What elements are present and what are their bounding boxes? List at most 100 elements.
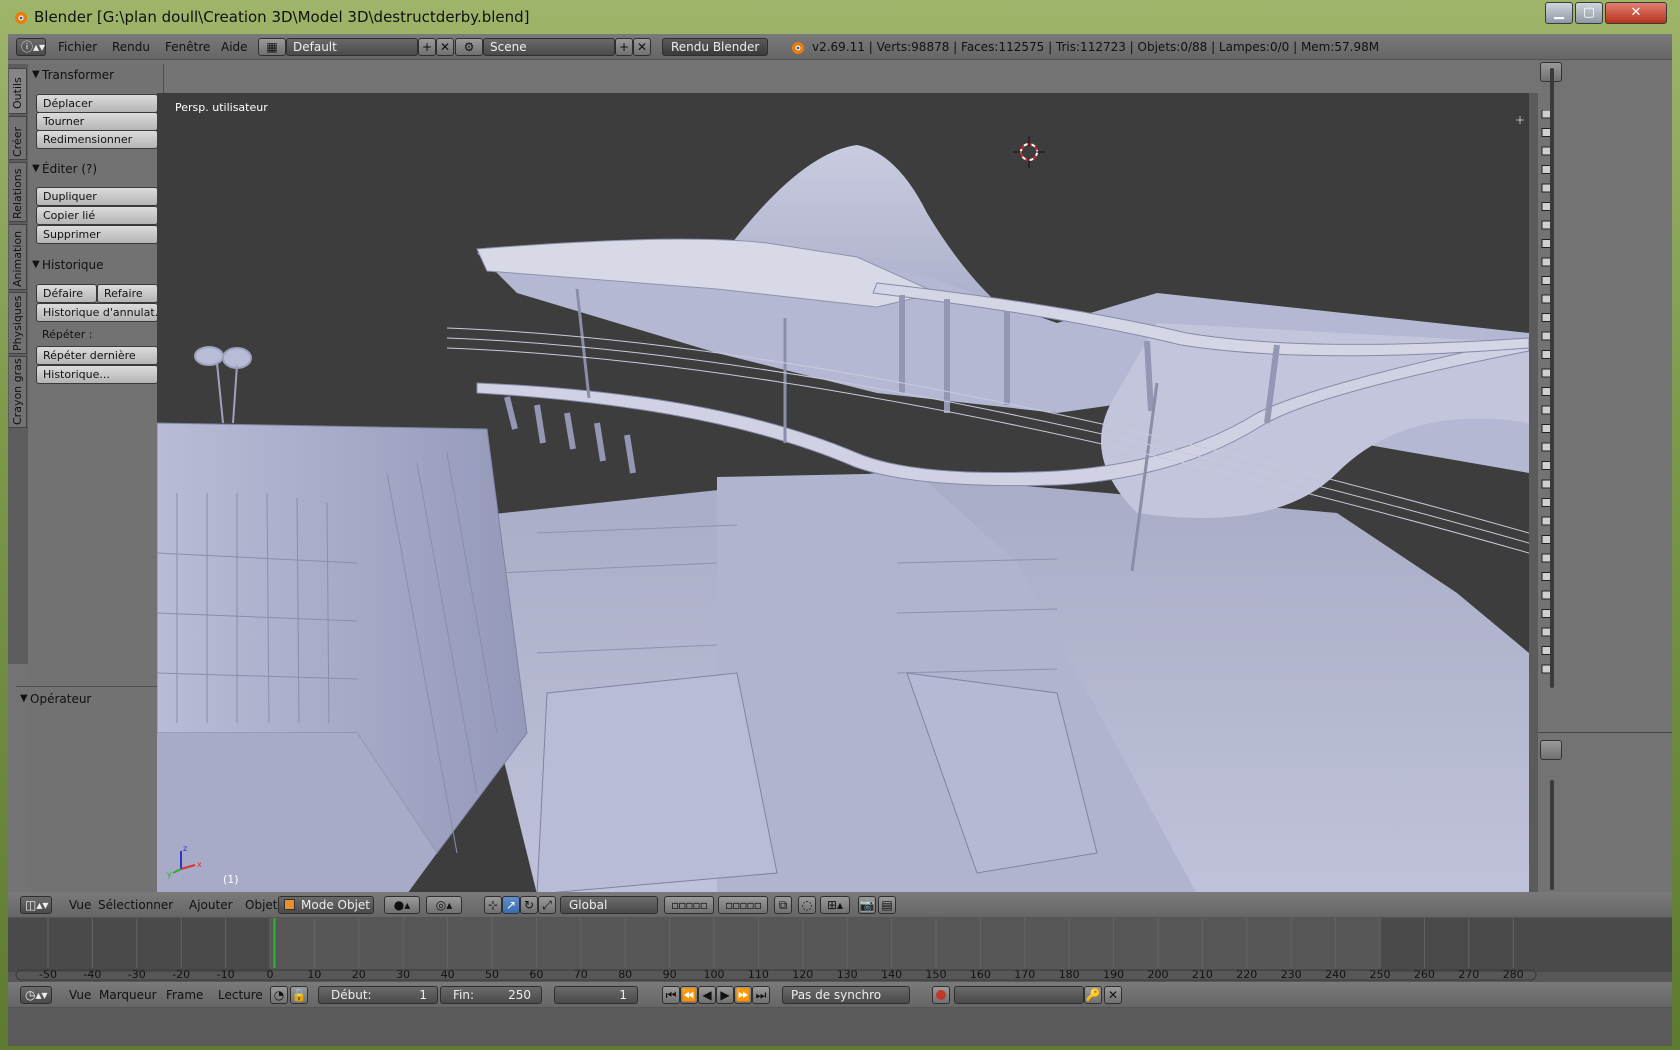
manipulator-toggle-icon[interactable]: ⊹ bbox=[484, 896, 502, 914]
rotate-manipulator-icon[interactable]: ↻ bbox=[520, 896, 538, 914]
properties-editor-type-icon[interactable] bbox=[1540, 740, 1562, 760]
screen-layout-icon[interactable]: ▦ bbox=[258, 38, 286, 56]
timeline-header: ◷▴▾ Vue Marqueur Frame Lecture ◔ 🔒 Début… bbox=[8, 982, 1672, 1008]
collapse-triangle-icon: ▼ bbox=[32, 163, 40, 174]
menu-vue[interactable]: Vue bbox=[69, 988, 91, 1002]
add-area-icon[interactable]: + bbox=[1515, 113, 1529, 127]
screen-layout-field[interactable]: Default bbox=[286, 38, 418, 56]
play-reverse-icon[interactable]: ◀ bbox=[698, 986, 716, 1004]
properties-scrollbar[interactable] bbox=[1550, 780, 1554, 890]
scale-button[interactable]: Redimensionner bbox=[36, 130, 158, 149]
translate-button[interactable]: Déplacer bbox=[36, 94, 158, 113]
minimize-button[interactable]: ▁ bbox=[1545, 2, 1573, 24]
menu-objet[interactable]: Objet bbox=[245, 898, 277, 912]
undo-history-button[interactable]: Historique d'annulat... bbox=[36, 303, 158, 322]
sync-mode-select[interactable]: Pas de synchro bbox=[782, 986, 910, 1004]
layers-group-a-icon[interactable]: ▫▫▫▫▫ bbox=[664, 896, 714, 914]
timeline[interactable]: -50 -40 -30 -20 -10 0 10 20 30 40 50 60 70 80 90 100 110… bbox=[8, 918, 1672, 982]
end-frame-field[interactable]: Fin: 250 bbox=[440, 986, 542, 1004]
add-scene-icon[interactable]: + bbox=[615, 38, 633, 56]
menu-vue[interactable]: Vue bbox=[69, 898, 91, 912]
jump-to-end-icon[interactable]: ⏭ bbox=[752, 986, 770, 1004]
menu-marqueur[interactable]: Marqueur bbox=[99, 988, 157, 1002]
jump-to-start-icon[interactable]: ⏮ bbox=[662, 986, 680, 1004]
tool-tabs: Outils Créer Relations Animation Physiqu… bbox=[8, 64, 28, 664]
menu-lecture[interactable]: Lecture bbox=[218, 988, 263, 1002]
duplicate-button[interactable]: Dupliquer bbox=[36, 187, 158, 206]
collapse-triangle-icon: ▼ bbox=[32, 259, 40, 270]
scale-manipulator-icon[interactable]: ⤢ bbox=[538, 896, 556, 914]
panel-edit-header[interactable]: ▼ Éditer (?) bbox=[28, 158, 164, 180]
menu-fenetre[interactable]: Fenêtre bbox=[165, 40, 210, 54]
menu-rendu[interactable]: Rendu bbox=[112, 40, 150, 54]
collapse-triangle-icon: ▼ bbox=[20, 693, 28, 704]
scene-icon[interactable]: ⚙ bbox=[455, 38, 483, 56]
jump-to-prev-keyframe-icon[interactable]: ⏪ bbox=[680, 986, 698, 1004]
outliner bbox=[1538, 60, 1672, 894]
play-icon[interactable]: ▶ bbox=[716, 986, 734, 1004]
viewport-shading-icon[interactable]: ●▴ bbox=[384, 896, 420, 914]
panel-transform-header[interactable]: ▼ Transformer bbox=[28, 64, 164, 86]
delete-keyframe-icon[interactable]: ✕ bbox=[1104, 986, 1122, 1004]
svg-text:z: z bbox=[183, 844, 187, 853]
pivot-point-icon[interactable]: ◎▴ bbox=[426, 896, 462, 914]
remove-screen-icon[interactable]: ✕ bbox=[436, 38, 454, 56]
tab-animation[interactable]: Animation bbox=[9, 224, 27, 290]
menu-ajouter[interactable]: Ajouter bbox=[189, 898, 233, 912]
render-animation-icon[interactable]: ▤ bbox=[878, 896, 896, 914]
tab-crayon-gras[interactable]: Crayon gras bbox=[9, 356, 27, 428]
menu-selectionner[interactable]: Sélectionner bbox=[98, 898, 173, 912]
menu-aide[interactable]: Aide bbox=[221, 40, 248, 54]
repeat-history-button[interactable]: Historique... bbox=[36, 365, 158, 384]
proportional-edit-icon[interactable]: ◌ bbox=[798, 896, 816, 914]
window-title: Blender [G:\plan doull\Creation 3D\Model… bbox=[34, 8, 530, 26]
snap-icon[interactable]: ⊞▴ bbox=[820, 896, 850, 914]
tab-outils[interactable]: Outils bbox=[9, 68, 27, 114]
editor-type-timeline-button[interactable]: ◷▴▾ bbox=[20, 986, 52, 1004]
menu-frame[interactable]: Frame bbox=[166, 988, 203, 1002]
undo-button[interactable]: Défaire bbox=[36, 284, 97, 303]
current-frame-field[interactable]: 1 bbox=[554, 986, 638, 1004]
editor-type-3d-button[interactable]: ◫▴▾ bbox=[20, 896, 52, 914]
close-button[interactable]: ✕ bbox=[1605, 2, 1667, 24]
out-of-range-region bbox=[1380, 918, 1672, 972]
preview-range-icon[interactable]: ◔ bbox=[270, 986, 288, 1004]
rotate-button[interactable]: Tourner bbox=[36, 112, 158, 131]
start-frame-value: 1 bbox=[419, 988, 427, 1002]
tab-creer[interactable]: Créer bbox=[9, 116, 27, 160]
maximize-button[interactable]: ▢ bbox=[1575, 2, 1603, 24]
translate-manipulator-icon[interactable]: ↗ bbox=[502, 896, 520, 914]
3d-viewport[interactable]: x z y Persp. utilisateur (1) + bbox=[157, 93, 1529, 894]
scene-field[interactable]: Scene bbox=[483, 38, 615, 56]
insert-keyframe-icon[interactable]: 🔑 bbox=[1084, 986, 1102, 1004]
panel-operator-header[interactable]: ▼ Opérateur bbox=[16, 688, 152, 710]
render-engine-select[interactable]: Rendu Blender bbox=[662, 38, 768, 56]
lock-layers-icon[interactable]: ⧉ bbox=[774, 896, 792, 914]
start-frame-label: Début: bbox=[331, 988, 372, 1002]
repeat-last-button[interactable]: Répéter dernière bbox=[36, 346, 158, 365]
tab-physiques[interactable]: Physiques bbox=[9, 292, 27, 354]
editor-type-info-button[interactable]: ⓘ▴▾ bbox=[16, 38, 46, 56]
start-frame-field[interactable]: Début: 1 bbox=[318, 986, 438, 1004]
object-mode-icon bbox=[284, 899, 295, 910]
orientation-select[interactable]: Global bbox=[560, 896, 658, 914]
record-icon[interactable] bbox=[932, 986, 950, 1004]
delete-button[interactable]: Supprimer bbox=[36, 225, 158, 244]
lock-frame-icon[interactable]: 🔒 bbox=[290, 986, 308, 1004]
outliner-scrollbar[interactable] bbox=[1550, 68, 1554, 688]
remove-scene-icon[interactable]: ✕ bbox=[633, 38, 651, 56]
tab-relations[interactable]: Relations bbox=[9, 162, 27, 222]
3d-cursor-icon[interactable] bbox=[1013, 136, 1045, 168]
redo-button[interactable]: Refaire bbox=[97, 284, 158, 303]
keying-set-field[interactable] bbox=[954, 986, 1084, 1004]
add-screen-icon[interactable]: + bbox=[418, 38, 436, 56]
menu-fichier[interactable]: Fichier bbox=[58, 40, 97, 54]
layers-group-b-icon[interactable]: ▫▫▫▫▫ bbox=[718, 896, 768, 914]
tool-shelf: ▼ Transformer Déplacer Tourner Redimensio… bbox=[16, 64, 164, 892]
render-opengl-icon[interactable]: 📷 bbox=[858, 896, 876, 914]
jump-to-next-keyframe-icon[interactable]: ⏩ bbox=[734, 986, 752, 1004]
timeline-ruler[interactable]: -50 -40 -30 -20 -10 0 10 20 30 40 50 60 70 80 90 100 110… bbox=[8, 918, 1672, 982]
panel-history-header[interactable]: ▼ Historique bbox=[28, 254, 164, 276]
scene-statistics: v2.69.11 | Verts:98878 | Faces:112575 | … bbox=[812, 40, 1380, 54]
duplicate-linked-button[interactable]: Copier lié bbox=[36, 206, 158, 225]
